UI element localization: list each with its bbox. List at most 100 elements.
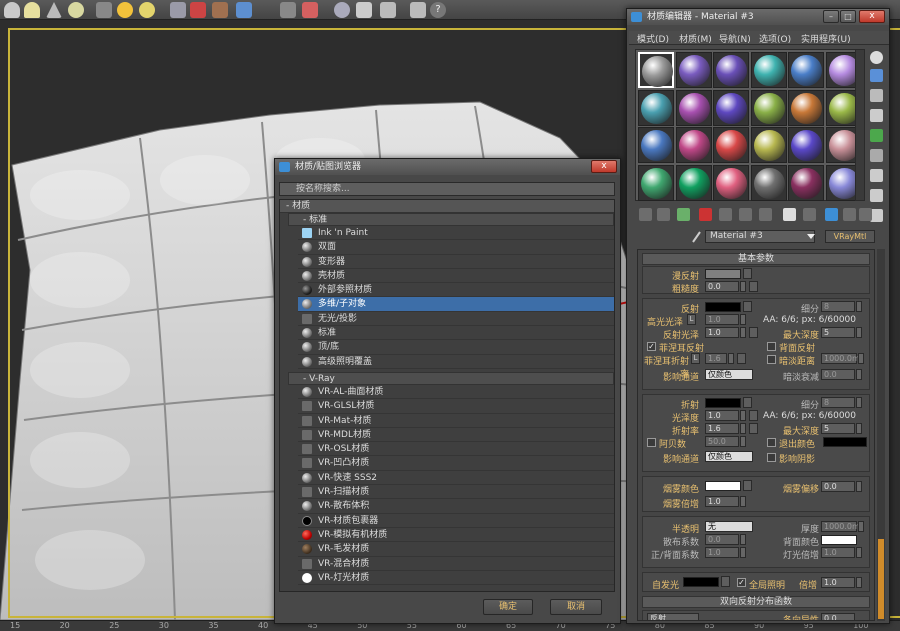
editor-close-button[interactable]: x bbox=[859, 10, 885, 23]
ior-input[interactable]: 1.6 bbox=[705, 423, 739, 434]
diffuse-color-swatch[interactable] bbox=[705, 269, 741, 279]
put-to-scene-icon[interactable] bbox=[657, 208, 670, 221]
light-mult-input[interactable]: 1.0 bbox=[821, 547, 855, 558]
refract-max-depth-spinner[interactable] bbox=[856, 423, 862, 434]
put-to-library-icon[interactable] bbox=[759, 208, 772, 221]
self-mult-spinner[interactable] bbox=[856, 577, 862, 588]
material-list-item[interactable]: 多维/子对象 bbox=[298, 297, 614, 312]
material-list-item[interactable]: VR-OSL材质 bbox=[298, 442, 614, 457]
dim-distance-spinner[interactable] bbox=[858, 353, 864, 364]
reflect-subdiv-spinner[interactable] bbox=[856, 301, 862, 312]
menu-material[interactable]: 材质(M) bbox=[679, 32, 712, 45]
reflect-map-button[interactable] bbox=[743, 301, 752, 312]
hf-icon[interactable] bbox=[280, 2, 296, 18]
refract-map-button[interactable] bbox=[743, 397, 752, 408]
browser-titlebar[interactable]: 材质/贴图浏览器 bbox=[275, 159, 620, 175]
material-list-item[interactable]: VR-Mat-材质 bbox=[298, 414, 614, 428]
material-name-field[interactable]: Material #3 bbox=[705, 230, 815, 243]
options-icon[interactable] bbox=[870, 169, 883, 182]
sphere-icon[interactable] bbox=[68, 2, 84, 18]
refract-max-depth-input[interactable]: 5 bbox=[821, 423, 855, 434]
sample-slot[interactable] bbox=[675, 127, 712, 163]
material-list-item[interactable]: VR-灯光材质 bbox=[298, 571, 614, 586]
self-illum-color-swatch[interactable] bbox=[683, 577, 719, 587]
material-list-item[interactable]: 外部参照材质 bbox=[298, 283, 614, 298]
sample-slot[interactable] bbox=[638, 127, 674, 163]
affect-channels2-select[interactable]: 仅颜色 bbox=[705, 451, 753, 462]
menu-mode[interactable]: 模式(D) bbox=[637, 32, 669, 45]
material-list-item[interactable]: VR-凹凸材质 bbox=[298, 456, 614, 471]
dome-light-icon[interactable] bbox=[24, 2, 40, 18]
browser-close-button[interactable]: x bbox=[591, 160, 617, 173]
thickness-input[interactable]: 1000.0m bbox=[821, 521, 860, 532]
parameters-scrollbar[interactable] bbox=[877, 249, 885, 621]
sample-slot[interactable] bbox=[675, 52, 712, 88]
material-list-item[interactable]: VR-GLSL材质 bbox=[298, 399, 614, 414]
material-list-item[interactable]: VR-混合材质 bbox=[298, 557, 614, 571]
cancel-button[interactable]: 取消 bbox=[550, 599, 602, 615]
dots-icon[interactable] bbox=[170, 2, 186, 18]
ior-spinner[interactable] bbox=[740, 423, 746, 434]
render-frame-icon[interactable] bbox=[302, 2, 318, 18]
make-preview-icon[interactable] bbox=[870, 149, 883, 162]
show-end-result-icon[interactable] bbox=[825, 208, 838, 221]
roughness-input[interactable]: 0.0 bbox=[705, 281, 739, 292]
eyedropper-icon[interactable] bbox=[691, 230, 702, 243]
sample-slot[interactable] bbox=[675, 164, 712, 201]
show-map-icon[interactable] bbox=[803, 208, 816, 221]
back-reflect-checkbox[interactable] bbox=[767, 342, 776, 351]
sun-icon[interactable] bbox=[117, 2, 133, 18]
fur-icon[interactable] bbox=[212, 2, 228, 18]
material-list-item[interactable]: 顶/底 bbox=[298, 340, 614, 355]
material-list-item[interactable]: 高级照明覆盖 bbox=[298, 355, 614, 369]
copy-material-icon[interactable] bbox=[719, 208, 732, 221]
brdf-type-select[interactable]: 反射 bbox=[647, 613, 699, 620]
material-list-item[interactable]: 变形器 bbox=[298, 255, 614, 269]
subgroup-vray[interactable]: - V-Ray bbox=[288, 371, 614, 385]
ior-map-button[interactable] bbox=[749, 423, 758, 434]
refract-color-swatch[interactable] bbox=[705, 398, 741, 408]
material-list-item[interactable]: 壳材质 bbox=[298, 269, 614, 284]
glossiness-map-button[interactable] bbox=[749, 410, 758, 421]
fog-mult-spinner[interactable] bbox=[740, 496, 746, 507]
refl-gloss-spinner[interactable] bbox=[740, 327, 746, 338]
sample-slot[interactable] bbox=[713, 127, 749, 163]
fog-mult-input[interactable]: 1.0 bbox=[705, 496, 739, 507]
chevron-down-icon[interactable] bbox=[807, 232, 815, 240]
menu-utilities[interactable]: 实用程序(U) bbox=[801, 32, 851, 45]
subgroup-standard[interactable]: - 标准 bbox=[288, 213, 614, 226]
back-color-swatch[interactable] bbox=[821, 535, 857, 545]
fog-color-swatch[interactable] bbox=[705, 481, 741, 491]
fog-color-map-button[interactable] bbox=[743, 480, 752, 491]
material-list-item[interactable]: 标准 bbox=[298, 326, 614, 341]
rollout-brdf[interactable]: 双向反射分布函数 bbox=[642, 596, 870, 608]
search-input[interactable]: 按名称搜索... bbox=[279, 182, 615, 196]
dim-falloff-spinner[interactable] bbox=[856, 369, 862, 380]
material-list-item[interactable]: Ink 'n Paint bbox=[298, 226, 614, 241]
glossiness-input[interactable]: 1.0 bbox=[705, 410, 739, 421]
sample-slot[interactable] bbox=[675, 89, 712, 126]
affect-channels-select[interactable]: 仅颜色 bbox=[705, 369, 753, 380]
material-list-item[interactable]: VR-扫描材质 bbox=[298, 485, 614, 500]
maximize-button[interactable]: □ bbox=[840, 10, 856, 23]
sample-slot[interactable] bbox=[788, 164, 824, 201]
roughness-spinner[interactable] bbox=[740, 281, 746, 292]
help-icon[interactable]: ? bbox=[430, 2, 446, 18]
abbe-input[interactable]: 50.0 bbox=[705, 436, 739, 447]
sample-slot[interactable] bbox=[788, 127, 824, 163]
material-list-item[interactable]: VR-材质包裹器 bbox=[298, 514, 614, 528]
fwd-back-spinner[interactable] bbox=[740, 547, 746, 558]
material-icon[interactable] bbox=[380, 2, 396, 18]
camera-icon[interactable] bbox=[334, 2, 350, 18]
fog-bias-spinner[interactable] bbox=[856, 481, 862, 492]
video-color-check-icon[interactable] bbox=[870, 129, 883, 142]
material-list-item[interactable]: VR-散布体积 bbox=[298, 499, 614, 514]
minimize-button[interactable]: – bbox=[823, 10, 839, 23]
menu-options[interactable]: 选项(O) bbox=[759, 32, 791, 45]
sample-slot[interactable] bbox=[788, 52, 824, 88]
scatter-spinner[interactable] bbox=[740, 534, 746, 545]
dim-distance-checkbox[interactable] bbox=[767, 355, 776, 364]
hilight-gloss-spinner[interactable] bbox=[740, 314, 746, 325]
teapot-render-icon[interactable] bbox=[356, 2, 372, 18]
max-depth-input[interactable]: 5 bbox=[821, 327, 855, 338]
